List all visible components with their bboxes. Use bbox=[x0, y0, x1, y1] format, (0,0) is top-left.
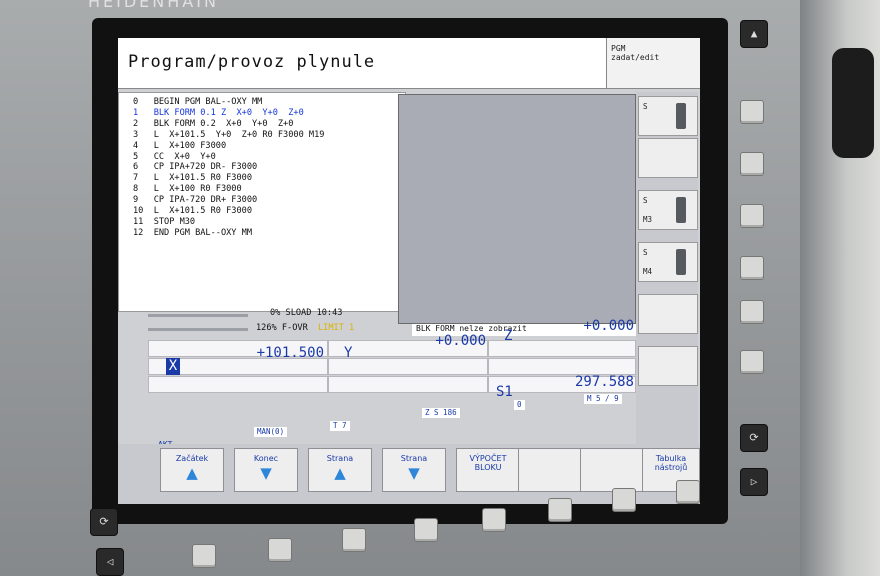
program-line[interactable]: 7 L X+101.5 R0 F3000 bbox=[133, 173, 405, 184]
arrow-down-icon: ▼ bbox=[408, 464, 420, 482]
header-bar: Program/provoz plynule bbox=[118, 38, 606, 89]
y-axis-label: Y bbox=[344, 345, 353, 361]
softkey-page-up[interactable]: Strana ▲ bbox=[308, 448, 372, 492]
feed-readout: 0 bbox=[514, 400, 525, 410]
softkey-empty-4[interactable] bbox=[580, 448, 644, 492]
program-line[interactable]: 2 BLK FORM 0.2 X+0 Y+0 Z+0 bbox=[133, 119, 405, 130]
physical-key-right-2[interactable] bbox=[740, 152, 764, 176]
position-row-3-b bbox=[328, 376, 488, 393]
spindle-value: 297.588 bbox=[574, 374, 634, 390]
tool-readout: T 7 bbox=[330, 421, 350, 431]
x-axis-value: +101.500 bbox=[256, 345, 324, 361]
limit-badge: LIMIT 1 bbox=[318, 323, 355, 333]
tool-icon bbox=[676, 197, 686, 223]
softkey-label: S bbox=[643, 102, 648, 111]
softkey-empty-3[interactable] bbox=[518, 448, 582, 492]
prev-icon[interactable]: ◁ bbox=[96, 548, 124, 576]
softkey-empty-2[interactable] bbox=[638, 294, 698, 334]
program-line[interactable]: 12 END PGM BAL--OXY MM bbox=[133, 228, 405, 239]
y-axis-value: +0.000 bbox=[435, 333, 486, 349]
arrow-down-icon: ▼ bbox=[260, 464, 272, 482]
softkey-label: Tabulka nástrojů bbox=[654, 454, 688, 472]
sload-bar bbox=[148, 314, 248, 317]
physical-key-bottom-1[interactable] bbox=[192, 544, 216, 568]
tool-icon bbox=[676, 249, 686, 275]
x-axis-label: X bbox=[166, 358, 180, 375]
physical-key-right-6[interactable] bbox=[740, 350, 764, 374]
softkey-begin[interactable]: Začátek ▲ bbox=[160, 448, 224, 492]
z-axis-value: +0.000 bbox=[583, 318, 634, 334]
physical-key-right-4[interactable] bbox=[740, 256, 764, 280]
graphics-window bbox=[398, 94, 636, 324]
mode-line-2: zadat/edit bbox=[611, 53, 660, 62]
program-line[interactable]: 11 STOP M30 bbox=[133, 217, 405, 228]
spindle-label: S1 bbox=[496, 384, 513, 400]
softkey-label: S bbox=[643, 196, 648, 205]
arrow-up-icon: ▲ bbox=[186, 464, 198, 482]
softkey-spindle-m3[interactable]: S M3 bbox=[638, 190, 698, 230]
program-line[interactable]: 0 BEGIN PGM BAL--OXY MM bbox=[133, 97, 405, 108]
physical-key-bottom-8[interactable] bbox=[676, 480, 700, 504]
softkey-block-scan[interactable]: VÝPOČET BLOKU bbox=[456, 448, 520, 492]
softkey-sub: M3 bbox=[643, 215, 653, 224]
physical-key-bottom-5[interactable] bbox=[482, 508, 506, 532]
physical-key-bottom-6[interactable] bbox=[548, 498, 572, 522]
z-axis-label: Z bbox=[504, 328, 513, 344]
physical-key-bottom-4[interactable] bbox=[414, 518, 438, 542]
softkey-page-down[interactable]: Strana ▼ bbox=[382, 448, 446, 492]
cnc-screen: Program/provoz plynule PGM zadat/edit 0 … bbox=[118, 38, 700, 504]
softkey-end[interactable]: Konec ▼ bbox=[234, 448, 298, 492]
program-line[interactable]: 5 CC X+0 Y+0 bbox=[133, 152, 405, 163]
ms-readout: M 5 / 9 bbox=[584, 394, 622, 404]
physical-key-bottom-2[interactable] bbox=[268, 538, 292, 562]
brand-logo: HEIDENHAIN bbox=[88, 0, 219, 11]
physical-key-right-3[interactable] bbox=[740, 204, 764, 228]
softkey-tool-table-graphic[interactable] bbox=[638, 346, 698, 386]
program-listing[interactable]: 0 BEGIN PGM BAL--OXY MM 1 BLK FORM 0.1 Z … bbox=[118, 92, 406, 312]
softkey-spindle-m4[interactable]: S M4 bbox=[638, 242, 698, 282]
scroll-up-icon[interactable]: ▲ bbox=[740, 20, 768, 48]
fovr-bar bbox=[148, 328, 248, 331]
softkey-sub: M4 bbox=[643, 267, 653, 276]
tool-icon bbox=[676, 103, 686, 129]
arrow-up-icon: ▲ bbox=[334, 464, 346, 482]
program-line[interactable]: 9 CP IPA-720 DR+ F3000 bbox=[133, 195, 405, 206]
softkey-empty-1[interactable] bbox=[638, 138, 698, 178]
softkey-label: Začátek bbox=[175, 454, 209, 463]
zs-readout: Z S 186 bbox=[422, 408, 460, 418]
cycle-icon[interactable]: ⟳ bbox=[740, 424, 768, 452]
mode-line-1: PGM bbox=[611, 44, 626, 53]
softkey-label: Strana bbox=[400, 454, 428, 463]
back-icon[interactable]: ⟳ bbox=[90, 508, 118, 536]
physical-key-right-1[interactable] bbox=[740, 100, 764, 124]
physical-key-bottom-3[interactable] bbox=[342, 528, 366, 552]
softkey-label: S bbox=[643, 248, 648, 257]
override-knob[interactable] bbox=[832, 48, 874, 158]
next-icon[interactable]: ▷ bbox=[740, 468, 768, 496]
program-line[interactable]: 3 L X+101.5 Y+0 Z+0 R0 F3000 M19 bbox=[133, 130, 405, 141]
softkey-spindle-s[interactable]: S bbox=[638, 96, 698, 136]
physical-key-right-5[interactable] bbox=[740, 300, 764, 324]
softkey-label: Strana bbox=[326, 454, 354, 463]
program-line[interactable]: 8 L X+100 R0 F3000 bbox=[133, 184, 405, 195]
position-row-3-a bbox=[148, 376, 328, 393]
softkey-label: Konec bbox=[253, 454, 279, 463]
mode-indicator: PGM zadat/edit bbox=[606, 38, 700, 89]
position-row-2-c bbox=[488, 358, 636, 375]
man-mode-readout: MAN(0) bbox=[254, 427, 288, 437]
program-line[interactable]: 10 L X+101.5 R0 F3000 bbox=[133, 206, 405, 217]
softkey-label: VÝPOČET BLOKU bbox=[469, 454, 507, 472]
program-line[interactable]: 1 BLK FORM 0.1 Z X+0 Y+0 Z+0 bbox=[133, 108, 405, 119]
sload-readout: 0% SLOAD 10:43 bbox=[270, 308, 343, 318]
physical-key-bottom-7[interactable] bbox=[612, 488, 636, 512]
page-title: Program/provoz plynule bbox=[128, 52, 376, 72]
fovr-readout: 126% F-OVR bbox=[256, 323, 308, 333]
program-line[interactable]: 4 L X+100 F3000 bbox=[133, 141, 405, 152]
program-line[interactable]: 6 CP IPA+720 DR- F3000 bbox=[133, 162, 405, 173]
